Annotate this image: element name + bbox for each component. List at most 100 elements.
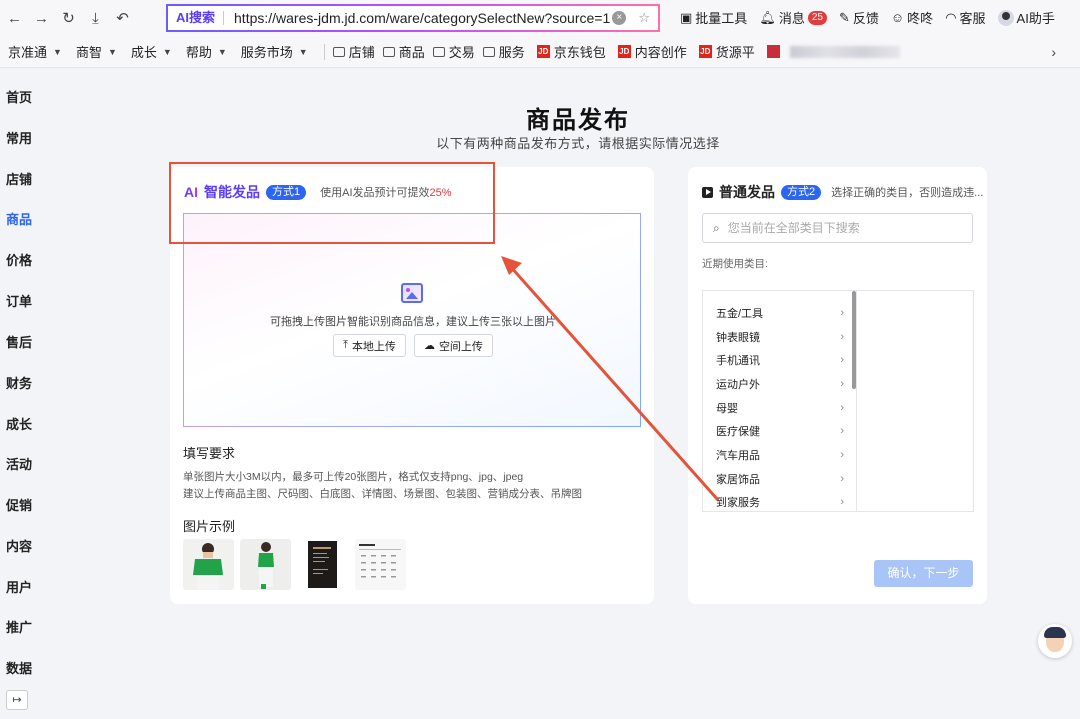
folder-icon — [432, 46, 445, 57]
feedback-button[interactable]: ✎ 反馈 — [839, 8, 879, 27]
bookmark-label: 内容创作 — [634, 45, 687, 60]
forward-icon[interactable]: → — [28, 4, 55, 32]
ai-assistant-button[interactable]: AI助手 — [997, 8, 1055, 27]
address-bar[interactable]: AI搜索 https://wares-jdm.jd.com/ware/categ… — [166, 4, 660, 32]
menu-chengzhang[interactable]: 成长 ▼ — [117, 42, 172, 61]
menu-bangzhu[interactable]: 帮助 ▼ — [172, 42, 227, 61]
messages-button[interactable]: 🔔︎ 消息 25 — [759, 8, 827, 27]
menu-fuwushichang[interactable]: 服务市场 ▼ — [227, 42, 308, 61]
category-label: 家居饰品 — [716, 474, 760, 486]
bookmark-jd-wallet[interactable]: JD 京东钱包 — [525, 42, 606, 61]
category-label: 汽车用品 — [716, 450, 760, 462]
category-item[interactable]: 母婴 › — [716, 400, 844, 416]
reload-icon[interactable]: ↻ — [55, 4, 82, 32]
category-item[interactable]: 医疗保健 › — [716, 423, 844, 439]
menu-label: 成长 — [130, 45, 157, 60]
bookmark-label: 货源平 — [715, 45, 755, 60]
download-icon[interactable]: ⤓ — [82, 4, 109, 32]
floating-assistant-avatar[interactable] — [1038, 624, 1072, 658]
example-image-4[interactable] — [355, 539, 406, 590]
category-item[interactable]: 家居饰品 › — [716, 471, 844, 487]
sidebar-item-price[interactable]: 价格 — [6, 250, 32, 269]
bookmark-redacted[interactable] — [755, 45, 900, 58]
requirements-line-1: 单张图片大小3M以内，最多可上传20张图片，格式仅支持png、jpg、jpeg — [183, 471, 524, 483]
clear-icon[interactable]: × — [612, 11, 627, 25]
annotation-highlight-box — [169, 162, 495, 244]
dongdong-label: 咚咚 — [907, 11, 934, 26]
examples-title: 图片示例 — [183, 519, 236, 534]
back-icon[interactable]: ← — [1, 4, 28, 32]
service-button[interactable]: ◠ 客服 — [945, 8, 985, 27]
bookmark-folder-dianpu[interactable]: 店铺 — [332, 42, 375, 61]
jd-logo-icon: JD — [698, 45, 712, 58]
chevron-down-icon: ▼ — [107, 46, 117, 57]
sidebar-item-content[interactable]: 内容 — [6, 536, 32, 555]
category-label: 到家服务 — [716, 497, 760, 509]
category-label: 运动户外 — [716, 379, 760, 391]
space-upload-label: 空间上传 — [438, 340, 483, 353]
undo-icon[interactable]: ↶ — [109, 4, 136, 32]
folder-icon — [332, 46, 345, 57]
bookmark-folder-shangpin[interactable]: 商品 — [375, 42, 425, 61]
chevron-down-icon: ▼ — [217, 46, 227, 57]
avatar-hair — [1044, 627, 1066, 638]
messages-count-badge: 25 — [807, 10, 827, 25]
messages-label: 消息 — [778, 11, 805, 26]
image-dropzone[interactable]: 可拖拽上传图片智能识别商品信息，建议上传三张以上图片 ⤒ 本地上传 ☁ 空间上传 — [183, 213, 641, 427]
sidebar-item-finance[interactable]: 财务 — [6, 373, 32, 392]
bookmark-label: 京东钱包 — [553, 45, 606, 60]
sidebar-item-data[interactable]: 数据 — [6, 658, 32, 677]
chevron-right-icon[interactable]: › — [1051, 44, 1056, 60]
space-upload-button[interactable]: ☁ 空间上传 — [413, 334, 493, 357]
page-title: 商品发布 — [526, 107, 630, 134]
url-text[interactable]: https://wares-jdm.jd.com/ware/categorySe… — [224, 10, 612, 26]
sidebar-item-promotion[interactable]: 促销 — [6, 495, 32, 514]
example-image-2[interactable] — [240, 539, 291, 590]
bookmark-folder-fuwu[interactable]: 服务 — [475, 42, 525, 61]
batch-tools-button[interactable]: ▣ 批量工具 — [680, 8, 747, 27]
ai-search-label[interactable]: AI搜索 — [168, 11, 225, 25]
bookmark-icon — [766, 45, 780, 58]
star-icon[interactable]: ☆ — [638, 10, 650, 26]
sidebar-item-products[interactable]: 商品 — [6, 209, 32, 228]
sidebar-item-aftersales[interactable]: 售后 — [6, 332, 32, 351]
category-search-input[interactable] — [727, 221, 948, 235]
menu-jingzhuntong[interactable]: 京准通 ▼ — [0, 42, 62, 61]
example-image-1[interactable] — [183, 539, 234, 590]
method-badge: 方式2 — [781, 184, 822, 200]
menu-shangzhi[interactable]: 商智 ▼ — [62, 42, 117, 61]
category-label: 手机通讯 — [716, 355, 760, 367]
bookmark-supply-platform[interactable]: JD 货源平 — [687, 42, 755, 61]
category-item[interactable]: 钟表眼镜 › — [716, 329, 844, 345]
sidebar-collapse-icon[interactable]: ↦ — [6, 690, 28, 710]
sidebar-item-growth[interactable]: 成长 — [6, 414, 32, 433]
category-item[interactable]: 五金/工具 › — [716, 305, 844, 321]
category-item[interactable]: 运动户外 › — [716, 376, 844, 392]
sidebar-item-users[interactable]: 用户 — [6, 577, 32, 596]
sidebar-item-activity[interactable]: 活动 — [6, 454, 32, 473]
sidebar-item-marketing[interactable]: 推广 — [6, 617, 32, 636]
chevron-right-icon: › — [840, 331, 844, 343]
upload-icon: ⤒ — [343, 339, 348, 351]
sidebar-item-shop[interactable]: 店铺 — [6, 169, 32, 188]
category-item[interactable]: 到家服务 › — [716, 494, 844, 510]
confirm-next-button[interactable]: 确认，下一步 — [874, 560, 973, 587]
browser-right-tools: ▣ 批量工具 🔔︎ 消息 25 ✎ 反馈 ☺ 咚咚 ◠ 客服 AI助手 — [680, 8, 1055, 27]
dongdong-button[interactable]: ☺ 咚咚 — [891, 8, 933, 27]
menu-label: 服务市场 — [240, 45, 293, 60]
category-scrollbar[interactable] — [852, 291, 856, 389]
category-item[interactable]: 汽车用品 › — [716, 447, 844, 463]
bookmark-content-creation[interactable]: JD 内容创作 — [606, 42, 687, 61]
category-search-box[interactable]: ⌕ — [702, 213, 973, 243]
ai-assistant-avatar — [997, 9, 1014, 26]
chevron-right-icon: › — [840, 402, 844, 414]
category-item[interactable]: 手机通讯 › — [716, 352, 844, 368]
example-image-3[interactable] — [297, 539, 348, 590]
image-upload-icon — [401, 283, 423, 303]
sidebar-item-orders[interactable]: 订单 — [6, 291, 32, 310]
local-upload-button[interactable]: ⤒ 本地上传 — [333, 334, 406, 357]
bookmark-label: 交易 — [448, 45, 475, 60]
category-label: 五金/工具 — [716, 308, 764, 320]
bookmark-folder-jiaoyi[interactable]: 交易 — [425, 42, 475, 61]
jd-logo-icon: JD — [536, 45, 550, 58]
